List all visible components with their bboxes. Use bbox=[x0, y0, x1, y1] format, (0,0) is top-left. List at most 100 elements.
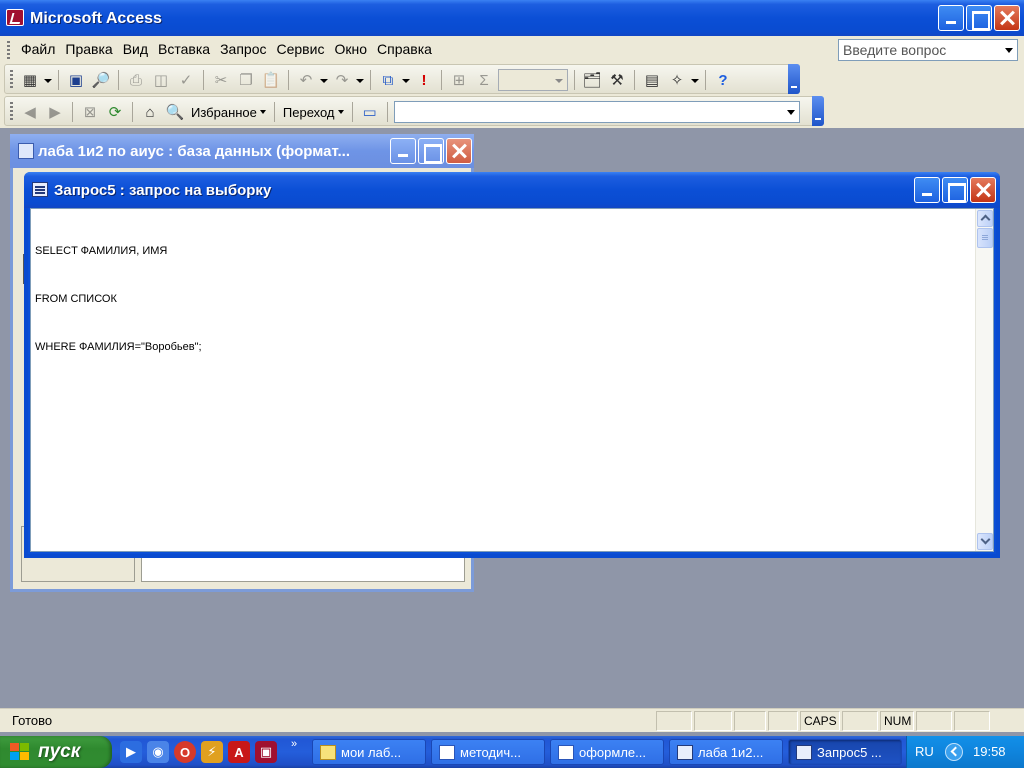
redo-dropdown-arrow[interactable] bbox=[356, 69, 364, 91]
database-window-icon[interactable]: ▤ bbox=[641, 69, 663, 91]
menu-help[interactable]: Справка bbox=[372, 41, 437, 57]
toolbar-grip[interactable] bbox=[10, 102, 13, 120]
toolbar-options-button[interactable] bbox=[812, 96, 824, 126]
windows-taskbar: пуск ▶ ◉ O ⚡ A ▣ » мои лаб... методич...… bbox=[0, 736, 1024, 768]
menu-window[interactable]: Окно bbox=[329, 41, 372, 57]
new-object-dropdown-arrow[interactable] bbox=[691, 69, 699, 91]
cut-icon[interactable]: ✂ bbox=[210, 69, 232, 91]
undo-dropdown-arrow[interactable] bbox=[320, 69, 328, 91]
menu-tools[interactable]: Сервис bbox=[272, 41, 330, 57]
start-button[interactable]: пуск bbox=[0, 736, 112, 768]
menu-edit[interactable]: Правка bbox=[60, 41, 117, 57]
search-file-icon[interactable]: 🔎 bbox=[90, 69, 112, 91]
media-player-icon[interactable]: ▶ bbox=[120, 741, 142, 763]
scroll-down-button[interactable] bbox=[977, 533, 993, 550]
forward-icon[interactable]: ▶ bbox=[44, 101, 66, 123]
language-indicator[interactable]: RU bbox=[915, 744, 934, 759]
opera-icon[interactable]: O bbox=[174, 741, 196, 763]
query-type-dropdown-arrow[interactable] bbox=[402, 69, 410, 91]
command-bars: Файл Правка Вид Вставка Запрос Сервис Ок… bbox=[0, 36, 1024, 128]
print-preview-icon[interactable]: ◫ bbox=[150, 69, 172, 91]
sql-editor-vertical-scrollbar[interactable] bbox=[975, 209, 993, 551]
app-minimize-button[interactable] bbox=[938, 5, 964, 31]
database-window-title-bar[interactable]: лаба 1и2 по аиус : база данных (формат..… bbox=[10, 134, 474, 168]
app-launcher-icon[interactable]: ◉ bbox=[147, 741, 169, 763]
goto-menu[interactable]: Переход bbox=[281, 105, 346, 120]
view-icon[interactable]: ▦ bbox=[19, 69, 41, 91]
task-word-methodology[interactable]: методич... bbox=[431, 739, 545, 765]
acrobat-icon[interactable]: A bbox=[228, 741, 250, 763]
spelling-icon[interactable]: ✓ bbox=[175, 69, 197, 91]
scroll-thumb[interactable] bbox=[977, 228, 993, 248]
undo-icon[interactable]: ↶ bbox=[295, 69, 317, 91]
flashget-icon[interactable]: ⚡ bbox=[201, 741, 223, 763]
chevron-down-icon[interactable] bbox=[1001, 40, 1017, 60]
toolbar-separator bbox=[351, 102, 353, 122]
query-toolbar-buttons: ▦ ▣ 🔎 ⎙ ◫ ✓ ✂ ❐ 📋 ↶ ↷ ⧉ ! ⊞ Σ 🗂 ⚒ ▤ ✧ ? bbox=[19, 69, 734, 91]
query-type-icon[interactable]: ⧉ bbox=[377, 69, 399, 91]
top-values-combo[interactable] bbox=[498, 69, 568, 91]
task-folder-labs[interactable]: мои лаб... bbox=[312, 739, 426, 765]
stop-icon[interactable]: ⊠ bbox=[79, 101, 101, 123]
menu-bar: Файл Правка Вид Вставка Запрос Сервис Ок… bbox=[0, 36, 1024, 64]
ask-question-box[interactable]: Введите вопрос bbox=[838, 39, 1018, 61]
menu-file[interactable]: Файл bbox=[16, 41, 60, 57]
redo-icon[interactable]: ↷ bbox=[331, 69, 353, 91]
app-maximize-button[interactable] bbox=[966, 5, 992, 31]
database-window-minimize-button[interactable] bbox=[390, 138, 416, 164]
favorites-menu[interactable]: Избранное bbox=[189, 105, 268, 120]
paste-icon[interactable]: 📋 bbox=[260, 69, 282, 91]
database-window-icon[interactable] bbox=[18, 143, 34, 159]
task-label: мои лаб... bbox=[341, 745, 402, 760]
save-icon[interactable]: ▣ bbox=[65, 69, 87, 91]
home-icon[interactable]: ⌂ bbox=[139, 101, 161, 123]
copy-icon[interactable]: ❐ bbox=[235, 69, 257, 91]
query-window-close-button[interactable] bbox=[970, 177, 996, 203]
scroll-up-button[interactable] bbox=[977, 210, 993, 227]
help-icon[interactable]: ? bbox=[712, 69, 734, 91]
toolbar-grip[interactable] bbox=[10, 70, 13, 88]
show-hidden-icons-button[interactable] bbox=[945, 743, 963, 761]
toolbar-options-button[interactable] bbox=[788, 64, 800, 94]
print-icon[interactable]: ⎙ bbox=[125, 69, 147, 91]
back-icon[interactable]: ◀ bbox=[19, 101, 41, 123]
query-window-minimize-button[interactable] bbox=[914, 177, 940, 203]
run-icon[interactable]: ! bbox=[413, 69, 435, 91]
chevron-down-icon[interactable] bbox=[783, 102, 799, 122]
access-app-icon[interactable] bbox=[6, 9, 24, 26]
status-cell bbox=[842, 711, 878, 731]
quick-launch-more-icon[interactable]: » bbox=[291, 738, 297, 750]
refresh-icon[interactable]: ⟳ bbox=[104, 101, 126, 123]
new-object-icon[interactable]: ✧ bbox=[666, 69, 688, 91]
database-window-maximize-button[interactable] bbox=[418, 138, 444, 164]
access-launch-icon[interactable]: ▣ bbox=[255, 741, 277, 763]
query-icon[interactable] bbox=[32, 182, 48, 197]
search-web-icon[interactable]: 🔍 bbox=[164, 101, 186, 123]
totals-icon[interactable]: Σ bbox=[473, 69, 495, 91]
status-cell bbox=[694, 711, 732, 731]
show-table-icon[interactable]: ⊞ bbox=[448, 69, 470, 91]
query-window-title-bar[interactable]: Запрос5 : запрос на выборку bbox=[24, 172, 1000, 208]
menubar-grip[interactable] bbox=[7, 41, 10, 59]
task-access-database[interactable]: лаба 1и2... bbox=[669, 739, 783, 765]
access-query-icon bbox=[796, 745, 812, 760]
build-icon[interactable]: ⚒ bbox=[606, 69, 628, 91]
properties-icon[interactable]: 🗂 bbox=[581, 69, 603, 91]
sql-text[interactable]: SELECT ФАМИЛИЯ, ИМЯ FROM СПИСОК WHERE ФА… bbox=[35, 211, 202, 387]
menu-insert[interactable]: Вставка bbox=[153, 41, 215, 57]
clock[interactable]: 19:58 bbox=[973, 744, 1006, 759]
system-tray: RU 19:58 bbox=[906, 736, 1024, 768]
address-input[interactable] bbox=[393, 101, 800, 123]
query-window[interactable]: Запрос5 : запрос на выборку SELECT ФАМИЛ… bbox=[24, 172, 1000, 558]
show-only-web-toolbar-icon[interactable]: ▭ bbox=[359, 101, 381, 123]
menu-view[interactable]: Вид bbox=[118, 41, 153, 57]
menu-query[interactable]: Запрос bbox=[215, 41, 271, 57]
database-window-close-button[interactable] bbox=[446, 138, 472, 164]
query-window-maximize-button[interactable] bbox=[942, 177, 968, 203]
app-close-button[interactable] bbox=[994, 5, 1020, 31]
task-word-formatting[interactable]: оформле... bbox=[550, 739, 664, 765]
sql-editor[interactable]: SELECT ФАМИЛИЯ, ИМЯ FROM СПИСОК WHERE ФА… bbox=[30, 208, 994, 552]
view-dropdown-arrow[interactable] bbox=[44, 69, 52, 91]
app-title-bar[interactable]: Microsoft Access bbox=[0, 0, 1024, 36]
task-access-query[interactable]: Запрос5 ... bbox=[788, 739, 902, 765]
